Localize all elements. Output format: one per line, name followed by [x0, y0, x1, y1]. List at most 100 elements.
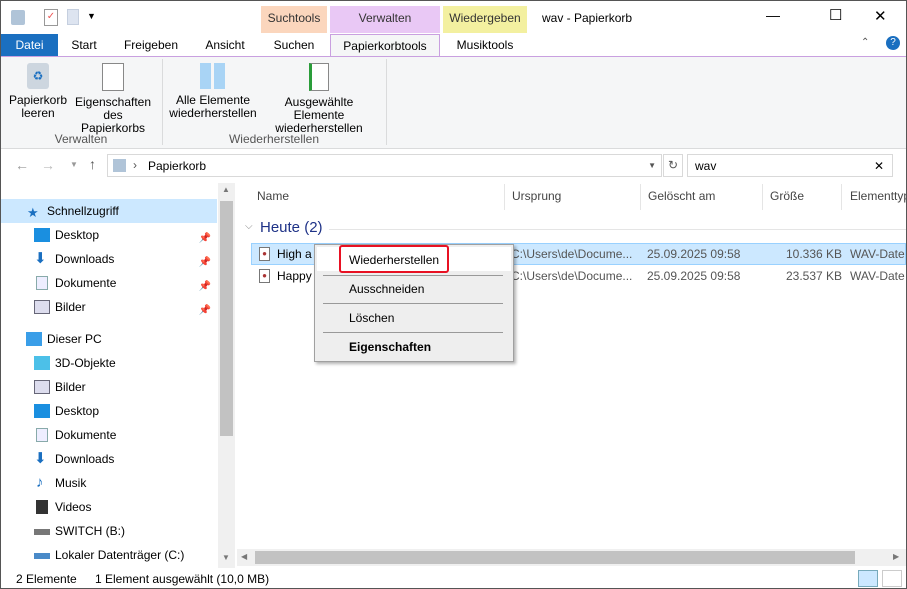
- nav-schnellzugriff[interactable]: ★ Schnellzugriff: [1, 199, 217, 223]
- horizontal-scrollbar[interactable]: ◀ ▶: [237, 549, 906, 566]
- audio-file-icon: ●: [259, 247, 270, 261]
- column-divider[interactable]: [504, 184, 505, 210]
- nav-dokumente[interactable]: Dokumente: [1, 423, 217, 447]
- breadcrumb-separator: ›: [133, 158, 137, 172]
- label: SWITCH (B:): [55, 524, 125, 538]
- file-size: 23.537 KB: [786, 269, 843, 283]
- tab-musiktools[interactable]: Musiktools: [443, 34, 527, 56]
- label: Videos: [55, 500, 92, 514]
- tab-start[interactable]: Start: [61, 34, 107, 56]
- group-header[interactable]: Heute (2): [260, 219, 323, 236]
- help-icon[interactable]: ?: [886, 36, 900, 50]
- restore-selected-button[interactable]: Ausgewählte Elemente wiederherstellen: [259, 63, 379, 135]
- column-divider[interactable]: [640, 184, 641, 210]
- menu-separator: [323, 332, 503, 333]
- restore-selected-icon: [309, 63, 329, 91]
- large-icons-view-button[interactable]: [882, 570, 902, 587]
- column-ursprung[interactable]: Ursprung: [512, 189, 561, 203]
- scroll-thumb[interactable]: [255, 551, 855, 564]
- forward-button[interactable]: →: [41, 157, 55, 173]
- nav-quick-downloads[interactable]: ⬇ Downloads 📌: [1, 247, 217, 271]
- nav-scrollbar[interactable]: ▲ ▼: [218, 183, 235, 568]
- nav-downloads[interactable]: ⬇ Downloads: [1, 447, 217, 471]
- qat-properties-icon[interactable]: ✓: [44, 9, 58, 26]
- close-button[interactable]: ✕: [874, 7, 887, 25]
- nav-musik[interactable]: ♪ Musik: [1, 471, 217, 495]
- nav-bilder[interactable]: Bilder: [1, 375, 217, 399]
- nav-quick-bilder[interactable]: Bilder 📌: [1, 295, 217, 319]
- back-button[interactable]: ←: [15, 157, 29, 173]
- collapse-ribbon-icon[interactable]: ⌃: [861, 37, 869, 48]
- qat-recycle-icon[interactable]: [11, 10, 25, 25]
- maximize-button[interactable]: ☐: [829, 6, 842, 24]
- download-icon: ⬇: [34, 450, 47, 467]
- recent-dropdown[interactable]: ▼: [70, 160, 78, 169]
- scroll-right-arrow[interactable]: ▶: [893, 552, 899, 561]
- clear-search-button[interactable]: ✕: [874, 159, 884, 173]
- bin-properties-button[interactable]: Eigenschaften des Papierkorbs: [71, 63, 155, 135]
- file-origin: C:\Users\de\Docume...: [511, 269, 633, 283]
- window-title: wav - Papierkorb: [542, 11, 633, 25]
- menu-loeschen[interactable]: Löschen: [349, 311, 394, 325]
- nav-local-disk[interactable]: Lokaler Datenträger (C:): [1, 543, 217, 567]
- pictures-icon: [34, 300, 50, 314]
- file-name: High a: [277, 247, 312, 261]
- menu-ausschneiden[interactable]: Ausschneiden: [349, 282, 424, 296]
- divider: [386, 59, 387, 145]
- nav-switch-drive[interactable]: SWITCH (B:): [1, 519, 217, 543]
- column-groesse[interactable]: Größe: [770, 189, 804, 203]
- nav-desktop[interactable]: Desktop: [1, 399, 217, 423]
- drive-icon: [34, 553, 50, 559]
- nav-quick-desktop[interactable]: Desktop 📌: [1, 223, 217, 247]
- menu-eigenschaften[interactable]: Eigenschaften: [349, 340, 431, 354]
- details-view-button[interactable]: [858, 570, 878, 587]
- file-deleted: 25.09.2025 09:58: [647, 247, 741, 261]
- column-name[interactable]: Name: [257, 189, 289, 203]
- tab-suchen[interactable]: Suchen: [261, 34, 327, 56]
- address-bar[interactable]: › Papierkorb ▼: [107, 154, 662, 177]
- column-divider[interactable]: [841, 184, 842, 210]
- scroll-down-arrow[interactable]: ▼: [222, 553, 230, 562]
- context-menu: Wiederherstellen Ausschneiden Löschen Ei…: [314, 244, 514, 362]
- menu-separator: [323, 275, 503, 276]
- file-size: 10.336 KB: [786, 247, 843, 261]
- music-icon: ♪: [36, 474, 44, 491]
- file-type: WAV-Date: [850, 269, 905, 283]
- label: Desktop: [55, 228, 100, 242]
- scroll-up-arrow[interactable]: ▲: [222, 185, 230, 194]
- nav-videos[interactable]: Videos: [1, 495, 217, 519]
- restore-all-button[interactable]: Alle Elemente wiederherstellen: [167, 63, 259, 120]
- desktop-icon: [34, 228, 50, 242]
- tab-datei[interactable]: Datei: [1, 34, 58, 56]
- label: Bilder: [55, 380, 86, 394]
- minimize-button[interactable]: —: [766, 7, 780, 23]
- column-geloescht[interactable]: Gelöscht am: [648, 189, 715, 203]
- recycle-bin-icon: [113, 159, 126, 172]
- address-dropdown-icon[interactable]: ▼: [648, 161, 656, 170]
- label: Dieser PC: [47, 332, 102, 346]
- video-icon: [36, 500, 48, 514]
- nav-quick-dokumente[interactable]: Dokumente 📌: [1, 271, 217, 295]
- nav-dieser-pc[interactable]: Dieser PC: [1, 327, 217, 351]
- qat-newfolder-icon[interactable]: [67, 9, 79, 25]
- refresh-button[interactable]: ↻: [663, 154, 683, 177]
- column-divider[interactable]: [762, 184, 763, 210]
- label: Ausgewählte Elemente wiederherstellen: [275, 95, 363, 135]
- scroll-left-arrow[interactable]: ◀: [241, 552, 247, 561]
- tab-papierkorbtools[interactable]: Papierkorbtools: [330, 34, 440, 56]
- column-elementtyp[interactable]: Elementtyp: [850, 189, 906, 203]
- up-button[interactable]: ↑: [89, 156, 96, 172]
- qat-customize-icon[interactable]: ▼: [87, 11, 96, 21]
- search-input[interactable]: wav ✕: [687, 154, 893, 177]
- nav-3d-objekte[interactable]: 3D-Objekte: [1, 351, 217, 375]
- breadcrumb-papierkorb[interactable]: Papierkorb: [148, 159, 206, 173]
- empty-bin-button[interactable]: ♻ Papierkorb leeren: [7, 63, 69, 120]
- scroll-thumb[interactable]: [220, 201, 233, 436]
- tab-freigeben[interactable]: Freigeben: [115, 34, 187, 56]
- context-tab-suchtools: Suchtools: [261, 6, 327, 33]
- file-type: WAV-Date: [850, 247, 905, 261]
- recycle-bin-icon: ♻: [27, 63, 49, 89]
- navigation-pane: ★ Schnellzugriff Desktop 📌 ⬇ Downloads 📌 Dok…: [1, 183, 235, 568]
- group-chevron-icon[interactable]: ⌵: [245, 221, 253, 232]
- tab-ansicht[interactable]: Ansicht: [193, 34, 257, 56]
